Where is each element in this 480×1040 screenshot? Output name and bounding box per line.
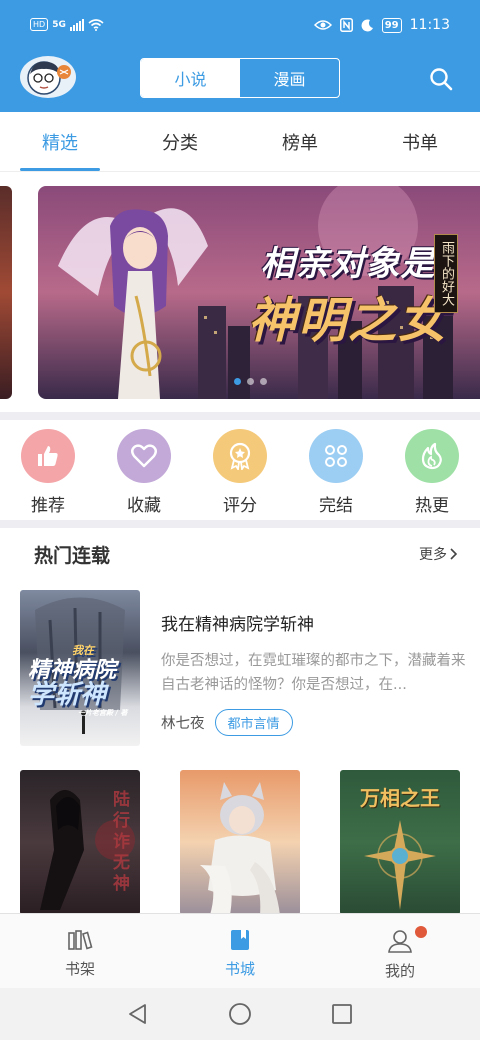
bottom-navigation: 书架 书城 我的	[0, 913, 480, 988]
tab-featured[interactable]: 精选	[0, 112, 120, 171]
divider	[0, 520, 480, 528]
banner-author-badge: 雨下的好大	[434, 234, 458, 313]
book-cover-grid-2[interactable]	[180, 770, 300, 915]
cover-text-line: 学斩神	[28, 680, 107, 710]
book-genre-tag[interactable]: 都市言情	[214, 709, 293, 736]
signal-icon	[69, 18, 84, 31]
cover-title: 万相之王	[360, 786, 440, 810]
clock: 11:13	[409, 17, 450, 33]
carousel-dot	[247, 378, 254, 385]
book-cover-grid-3[interactable]: 万相之王	[340, 770, 460, 915]
segment-comic[interactable]: 漫画	[240, 59, 339, 97]
shortcut-label: 推荐	[31, 496, 65, 516]
avatar[interactable]	[20, 56, 76, 98]
divider	[0, 412, 480, 420]
carousel-dot	[260, 378, 267, 385]
wifi-icon	[88, 18, 104, 31]
more-label: 更多	[419, 547, 447, 563]
featured-book[interactable]: 我在 精神病院 学斩神 一片老宫殿 / 著 我在精神病院学斩神 你是否想过，在霓…	[20, 590, 470, 746]
search-icon	[430, 68, 453, 91]
cover-title: 我在 精神病院 学斩神 一片老宫殿 / 著	[28, 642, 138, 718]
network-type: 5G	[52, 19, 66, 30]
section-header: 热门连载 更多	[0, 528, 480, 580]
shortcut-favorites[interactable]: 收藏	[96, 420, 192, 520]
book-info: 我在精神病院学斩神 你是否想过，在霓虹璀璨的都市之下，潜藏着来自古老神话的怪物？…	[161, 590, 470, 746]
banner-previous-slide[interactable]	[0, 186, 12, 399]
chevron-right-icon	[450, 548, 458, 560]
shortcut-hot-updates[interactable]: 热更	[384, 420, 480, 520]
shortcut-label: 热更	[415, 496, 449, 516]
tab-booklists[interactable]: 书单	[360, 112, 480, 171]
nav-bookshelf[interactable]: 书架	[0, 914, 160, 988]
carousel-dot	[234, 378, 241, 385]
section-title: 热门连载	[34, 544, 111, 567]
shortcut-label: 评分	[223, 496, 257, 516]
segment-novel[interactable]: 小说	[141, 59, 240, 97]
category-tabs: 精选 分类 榜单 书单	[0, 112, 480, 172]
system-navigation-bar	[0, 988, 480, 1040]
thumbs-up-icon	[21, 429, 75, 483]
nav-profile[interactable]: 我的	[320, 914, 480, 988]
flame-icon	[405, 429, 459, 483]
banner-carousel: 相亲对象是 神明之女 雨下的好大	[0, 172, 480, 412]
nav-bookstore[interactable]: 书城	[160, 914, 320, 988]
home-icon[interactable]	[228, 1002, 252, 1026]
shortcut-completed[interactable]: 完结	[288, 420, 384, 520]
shortcut-bar: 推荐 收藏 评分 完结 热更	[0, 420, 480, 520]
more-link[interactable]: 更多	[419, 544, 458, 564]
book-cover: 我在 精神病院 学斩神 一片老宫殿 / 著	[20, 590, 140, 746]
profile-icon	[388, 930, 412, 953]
nav-label: 书架	[64, 960, 95, 978]
book-description: 你是否想过，在霓虹璀璨的都市之下，潜藏着来自古老神话的怪物？你是否想过，在...	[161, 653, 466, 693]
notification-dot	[415, 926, 427, 938]
book-cover-grid-1[interactable]: 陆行诈无神	[20, 770, 140, 915]
shortcut-label: 收藏	[127, 496, 161, 516]
nav-label: 我的	[384, 962, 415, 980]
content-type-switch: 小说 漫画	[140, 58, 340, 98]
cover-text-line: 精神病院	[28, 657, 117, 683]
nav-label: 书城	[224, 960, 255, 978]
cover-artwork	[200, 782, 280, 915]
book-author: 林七夜	[161, 716, 205, 732]
shortcut-rating[interactable]: 评分	[192, 420, 288, 520]
search-button[interactable]	[428, 66, 454, 92]
grid-icon	[309, 429, 363, 483]
cover-title: 陆行诈无神	[109, 790, 129, 895]
cover-text-line: 一片老宫殿 / 著	[78, 708, 128, 717]
heart-icon	[117, 429, 171, 483]
banner-title-line2: 神明之女	[247, 293, 448, 349]
banner-slide[interactable]: 相亲对象是 神明之女 雨下的好大	[38, 186, 480, 399]
banner-title-line1: 相亲对象是	[260, 244, 436, 284]
carousel-indicator	[234, 378, 267, 385]
recent-apps-icon[interactable]	[330, 1002, 354, 1026]
tab-categories[interactable]: 分类	[120, 112, 240, 171]
hd-badge: HD	[30, 18, 49, 31]
bookshelf-icon	[68, 930, 93, 950]
medal-icon	[213, 429, 267, 483]
moon-icon	[361, 18, 373, 31]
nfc-icon	[339, 18, 353, 32]
tab-rankings[interactable]: 榜单	[240, 112, 360, 171]
status-bar: HD 5G 99 11:13	[0, 0, 480, 54]
battery-indicator: 99	[381, 17, 402, 33]
banner-title: 相亲对象是 神明之女	[228, 236, 468, 351]
eye-icon	[313, 20, 332, 30]
back-icon[interactable]	[126, 1002, 150, 1026]
shortcut-label: 完结	[319, 496, 353, 516]
cover-text-line: 我在	[72, 644, 94, 657]
book-title: 我在精神病院学斩神	[161, 615, 314, 635]
bookstore-icon	[231, 930, 249, 950]
shortcut-recommend[interactable]: 推荐	[0, 420, 96, 520]
